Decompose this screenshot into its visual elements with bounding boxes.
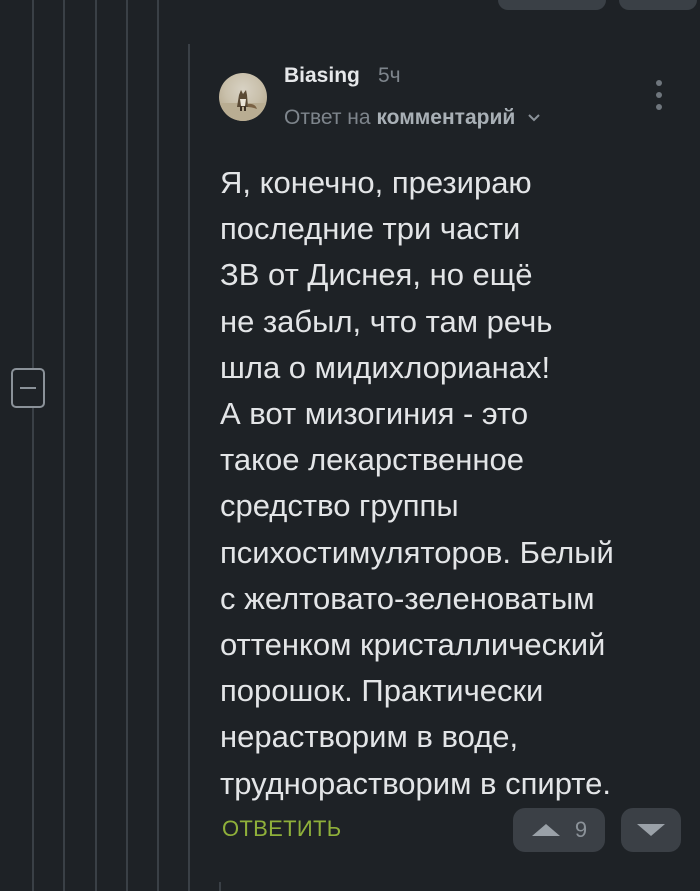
chevron-down-icon[interactable]: [527, 113, 541, 123]
reply-to-prefix: Ответ на: [284, 106, 371, 129]
thread-line-1: [32, 0, 34, 891]
rating-count: 9: [574, 817, 588, 842]
reply-button[interactable]: ОТВЕТИТЬ: [222, 816, 341, 842]
comment-line: с желтовато-зеленоватым: [220, 580, 595, 616]
next-comment-thread-line: [219, 882, 221, 891]
avatar-fox-image: [219, 90, 267, 121]
triangle-up-icon: [531, 824, 560, 836]
collapse-thread-button[interactable]: [11, 368, 45, 408]
thread-line-6: [188, 44, 190, 891]
comment-line: шла о мидихлорианах!: [220, 349, 551, 385]
comment-line: не забыл, что там речь: [220, 303, 553, 339]
username[interactable]: Biasing: [284, 64, 360, 88]
thread-line-4: [126, 0, 128, 891]
comment-line: последние три части: [220, 211, 521, 247]
kebab-menu-icon[interactable]: [652, 80, 666, 110]
thread-line-3: [95, 0, 97, 891]
minus-square-icon: [20, 387, 36, 389]
comment-text: Я, конечно, презираю последние три части…: [220, 160, 680, 807]
comment-line: нерастворим в воде,: [220, 719, 519, 755]
reply-to-link[interactable]: Ответ на комментарий: [284, 106, 541, 130]
previous-comment-button-2[interactable]: [619, 0, 697, 10]
comment-line: такое лекарственное: [220, 442, 524, 478]
comment-line: труднорастворим в спирте.: [220, 765, 611, 801]
previous-comment-button[interactable]: [498, 0, 606, 10]
reply-to-target[interactable]: комментарий: [376, 106, 515, 129]
avatar[interactable]: [219, 73, 267, 121]
downvote-button[interactable]: [621, 808, 681, 852]
comment-line: порошок. Практически: [220, 673, 544, 709]
comment-line: Я, конечно, презираю: [220, 165, 532, 200]
timestamp: 5ч: [378, 64, 401, 87]
upvote-button[interactable]: 9: [513, 808, 605, 852]
comment-line: ЗВ от Диснея, но ещё: [220, 257, 533, 293]
comment-line: психостимуляторов. Белый: [220, 534, 614, 570]
comment-line: А вот мизогиния - это: [220, 396, 529, 432]
triangle-down-icon: [637, 824, 665, 836]
comment-line: оттенком кристаллический: [220, 627, 606, 663]
thread-line-5: [157, 0, 159, 891]
comment-line: средство группы: [220, 488, 459, 524]
thread-line-2: [63, 0, 65, 891]
